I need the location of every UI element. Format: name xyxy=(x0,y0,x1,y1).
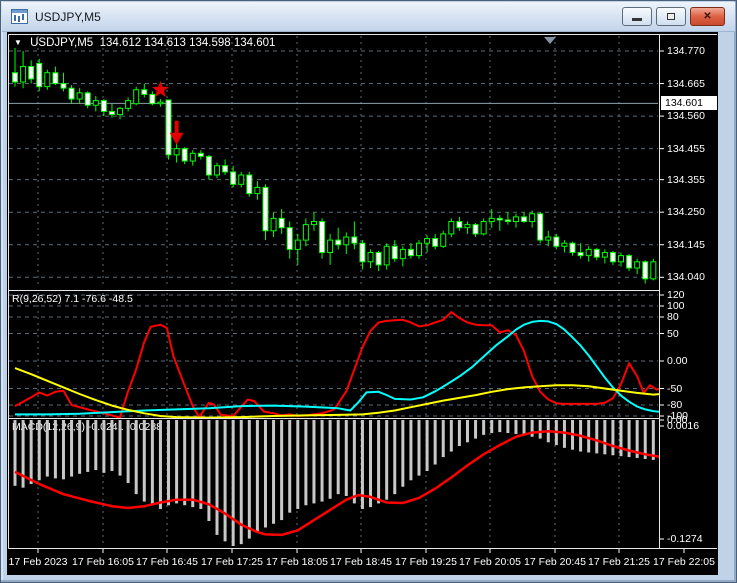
minimize-icon xyxy=(632,18,642,21)
restore-icon xyxy=(667,13,675,20)
close-button[interactable]: ✕ xyxy=(690,7,725,26)
title-bar[interactable]: USDJPY,M5 ✕ xyxy=(2,2,735,32)
chart-window-icon xyxy=(11,9,28,24)
window-title: USDJPY,M5 xyxy=(35,9,101,24)
chart-window: USDJPY,M5 ✕ MACD(12,26,9) -0.0241 -0.028… xyxy=(0,0,737,583)
restore-button[interactable] xyxy=(656,7,686,26)
minimize-button[interactable] xyxy=(622,7,652,26)
chart-client-area[interactable] xyxy=(7,32,718,575)
macd-indicator-label: MACD(12,26,9) -0.0241 -0.0288 xyxy=(12,421,162,433)
